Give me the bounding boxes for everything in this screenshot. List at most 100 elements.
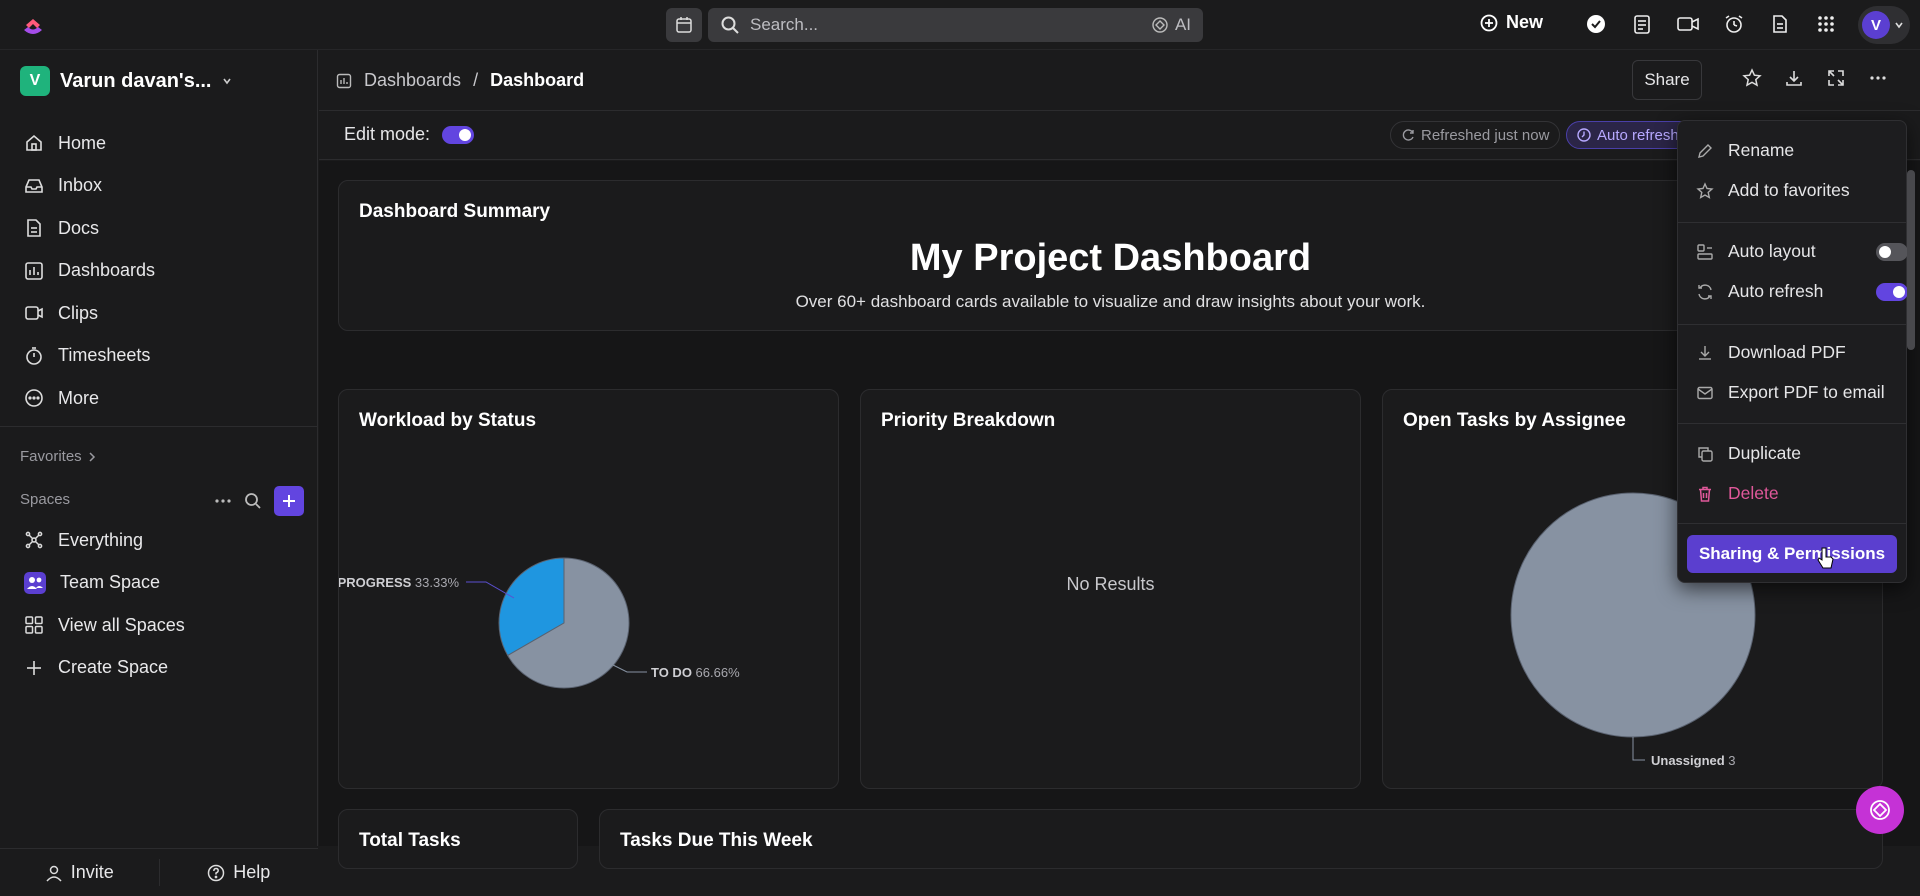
breadcrumb: Dashboards / Dashboard (336, 70, 584, 91)
expand-icon[interactable] (1826, 68, 1846, 88)
sidebar-divider (0, 426, 318, 427)
menu-item-rename[interactable]: Rename (1696, 140, 1794, 161)
clock-icon (1577, 128, 1591, 142)
sidebar-nav: Home Inbox Docs Dashboards Clips Timeshe… (24, 122, 304, 420)
menu-divider (1678, 523, 1906, 524)
edit-mode-toggle[interactable] (442, 125, 475, 144)
sidebar-item-clips[interactable]: Clips (24, 292, 304, 335)
new-button[interactable]: New (1480, 12, 1543, 33)
search-bar[interactable]: Search... AI (708, 8, 1203, 42)
priority-card[interactable]: Priority Breakdown No Results (860, 389, 1361, 789)
ellipsis-icon[interactable] (214, 498, 232, 504)
star-icon[interactable] (1742, 68, 1762, 88)
trash-icon (1699, 486, 1711, 502)
calendar-button[interactable] (666, 8, 702, 42)
breadcrumb-dashboard[interactable]: Dashboard (490, 70, 584, 91)
pie-label-connector (1632, 737, 1645, 761)
sidebar-item-label: Clips (58, 302, 99, 323)
space-item-everything[interactable]: Everything (24, 519, 304, 562)
new-label: New (1506, 12, 1544, 32)
notepad-icon[interactable] (1630, 12, 1654, 36)
menu-item-auto-layout[interactable]: Auto layout (1696, 241, 1816, 262)
invite-button[interactable]: Invite (0, 849, 159, 896)
help-button[interactable]: Help (160, 849, 319, 896)
ai-label: AI (1174, 15, 1191, 34)
invite-label: Invite (70, 862, 114, 882)
mail-icon (1697, 386, 1713, 399)
menu-item-label: Download PDF (1728, 342, 1846, 362)
chevron-down-icon (1895, 22, 1903, 29)
sidebar-item-timesheets[interactable]: Timesheets (24, 335, 304, 378)
avatar: V (1862, 11, 1890, 39)
user-menu[interactable]: V (1858, 6, 1910, 44)
card-title: Workload by Status (359, 410, 537, 431)
spaces-header: Spaces (20, 491, 71, 508)
summary-heading: My Project Dashboard (909, 237, 1312, 279)
docs-icon (27, 219, 41, 238)
sidebar-footer: Invite Help (0, 848, 318, 896)
cursor-icon (1817, 547, 1834, 569)
sidebar-item-docs[interactable]: Docs (24, 207, 304, 250)
workspace-badge: V (20, 66, 50, 96)
auto-layout-toggle[interactable] (1876, 243, 1908, 261)
card-title: Dashboard Summary (359, 201, 551, 222)
calendar-icon (676, 17, 692, 33)
total-tasks-card[interactable]: Total Tasks (338, 809, 578, 869)
pie-slice-label: Unassigned 3 (1651, 753, 1736, 768)
menu-item-auto-refresh[interactable]: Auto refresh (1696, 281, 1823, 302)
video-icon[interactable] (1676, 12, 1700, 36)
breadcrumb-separator: / (473, 70, 479, 90)
space-item-create[interactable]: Create Space (24, 647, 304, 690)
space-item-label: Team Space (60, 572, 161, 593)
menu-item-delete[interactable]: Delete (1696, 483, 1779, 504)
sidebar-item-inbox[interactable]: Inbox (24, 165, 304, 208)
sidebar-item-label: Home (58, 132, 107, 153)
ai-button[interactable]: AI (1151, 15, 1191, 35)
layout-icon (1697, 243, 1713, 260)
sidebar-item-home[interactable]: Home (24, 122, 304, 165)
user-icon (46, 865, 62, 882)
sharing-permissions-button[interactable]: Sharing & Permissions (1687, 535, 1897, 573)
tasks-due-card[interactable]: Tasks Due This Week (599, 809, 1883, 869)
duplicate-icon (1698, 446, 1713, 462)
sidebar-item-label: Docs (58, 217, 100, 238)
dashboard-options-menu: Rename Add to favorites Auto layout Auto… (1677, 120, 1908, 583)
workspace-switcher[interactable]: V Varun davan's... (20, 66, 233, 96)
help-label: Help (233, 862, 271, 882)
add-space-button[interactable] (274, 486, 304, 516)
space-item-label: View all Spaces (58, 614, 185, 635)
sidebar-item-more[interactable]: More (24, 377, 304, 420)
auto-refresh-label: Auto refresh (1597, 126, 1679, 144)
dashboards-icon (336, 73, 352, 88)
apps-grid-icon[interactable] (1814, 12, 1838, 36)
share-button[interactable]: Share (1632, 60, 1702, 100)
dashboard-summary-card[interactable]: Dashboard Summary My Project Dashboard O… (338, 180, 1883, 331)
search-placeholder: Search... (750, 15, 819, 34)
menu-item-export-pdf-email[interactable]: Export PDF to email (1696, 382, 1885, 403)
menu-item-download-pdf[interactable]: Download PDF (1696, 342, 1846, 363)
menu-item-duplicate[interactable]: Duplicate (1696, 443, 1801, 464)
ellipsis-icon[interactable] (1868, 68, 1888, 88)
doc-icon[interactable] (1768, 12, 1792, 36)
card-title: Total Tasks (359, 830, 461, 851)
space-item-view-all[interactable]: View all Spaces (24, 604, 304, 647)
check-circle-icon[interactable] (1584, 12, 1608, 36)
alarm-icon[interactable] (1722, 12, 1746, 36)
workload-card[interactable]: Workload by Status IN PROGRESS 33.33% TO … (338, 389, 839, 789)
favorites-header[interactable]: Favorites (20, 448, 96, 465)
breadcrumb-dashboards[interactable]: Dashboards (364, 70, 461, 91)
space-item-team-space[interactable]: Team Space (24, 562, 304, 605)
download-icon[interactable] (1784, 68, 1804, 88)
menu-item-label: Add to favorites (1728, 180, 1850, 200)
search-icon[interactable] (244, 492, 262, 510)
plus-icon (27, 660, 41, 675)
sidebar-item-dashboards[interactable]: Dashboards (24, 250, 304, 293)
menu-item-label: Delete (1728, 483, 1779, 503)
clickup-logo-icon[interactable] (20, 13, 46, 39)
menu-scrollbar[interactable] (1907, 170, 1915, 350)
menu-item-add-favorites[interactable]: Add to favorites (1696, 180, 1850, 201)
assistant-fab[interactable] (1856, 786, 1904, 834)
refresh-status[interactable]: Refreshed just now (1390, 121, 1561, 149)
pencil-icon (1698, 143, 1712, 158)
auto-refresh-toggle[interactable] (1876, 283, 1908, 301)
